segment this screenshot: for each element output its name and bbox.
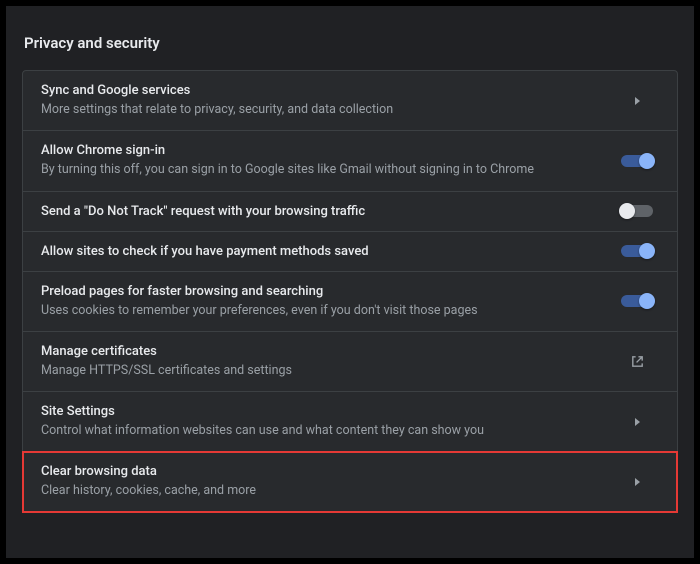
row-title: Allow sites to check if you have payment… — [41, 244, 617, 259]
row-sync-google-services[interactable]: Sync and Google services More settings t… — [23, 71, 677, 131]
row-text: Allow Chrome sign-in By turning this off… — [41, 143, 617, 178]
settings-card: Sync and Google services More settings t… — [22, 70, 678, 513]
section-title: Privacy and security — [10, 20, 690, 70]
row-title: Allow Chrome sign-in — [41, 143, 617, 158]
row-title: Preload pages for faster browsing and se… — [41, 284, 617, 299]
chevron-right-icon — [617, 97, 657, 105]
row-subtitle: More settings that relate to privacy, se… — [41, 102, 617, 118]
row-text: Sync and Google services More settings t… — [41, 83, 617, 118]
chevron-right-icon — [617, 418, 657, 426]
toggle-allow-sign-in[interactable] — [621, 155, 653, 167]
row-subtitle: By turning this off, you can sign in to … — [41, 162, 617, 178]
toggle-do-not-track[interactable] — [621, 205, 653, 217]
row-title: Sync and Google services — [41, 83, 617, 98]
row-site-settings[interactable]: Site Settings Control what information w… — [23, 392, 677, 452]
row-preload-pages[interactable]: Preload pages for faster browsing and se… — [23, 272, 677, 332]
row-allow-chrome-sign-in[interactable]: Allow Chrome sign-in By turning this off… — [23, 131, 677, 191]
toggle-payment-methods[interactable] — [621, 245, 653, 257]
row-manage-certificates[interactable]: Manage certificates Manage HTTPS/SSL cer… — [23, 332, 677, 392]
row-do-not-track[interactable]: Send a "Do Not Track" request with your … — [23, 192, 677, 232]
row-title: Manage certificates — [41, 344, 617, 359]
row-text: Allow sites to check if you have payment… — [41, 244, 617, 259]
row-subtitle: Manage HTTPS/SSL certificates and settin… — [41, 363, 617, 379]
row-subtitle: Uses cookies to remember your preference… — [41, 303, 617, 319]
row-text: Manage certificates Manage HTTPS/SSL cer… — [41, 344, 617, 379]
row-subtitle: Control what information websites can us… — [41, 423, 617, 439]
row-text: Preload pages for faster browsing and se… — [41, 284, 617, 319]
toggle-preload-pages[interactable] — [621, 295, 653, 307]
chevron-right-icon — [617, 478, 657, 486]
row-title: Site Settings — [41, 404, 617, 419]
settings-panel: Privacy and security Sync and Google ser… — [6, 6, 694, 558]
row-clear-browsing-data[interactable]: Clear browsing data Clear history, cooki… — [23, 452, 677, 511]
row-title: Send a "Do Not Track" request with your … — [41, 204, 617, 219]
row-text: Send a "Do Not Track" request with your … — [41, 204, 617, 219]
row-title: Clear browsing data — [41, 464, 617, 479]
row-text: Clear browsing data Clear history, cooki… — [41, 464, 617, 499]
row-text: Site Settings Control what information w… — [41, 404, 617, 439]
row-payment-methods[interactable]: Allow sites to check if you have payment… — [23, 232, 677, 272]
row-subtitle: Clear history, cookies, cache, and more — [41, 483, 617, 499]
external-link-icon — [617, 354, 657, 369]
